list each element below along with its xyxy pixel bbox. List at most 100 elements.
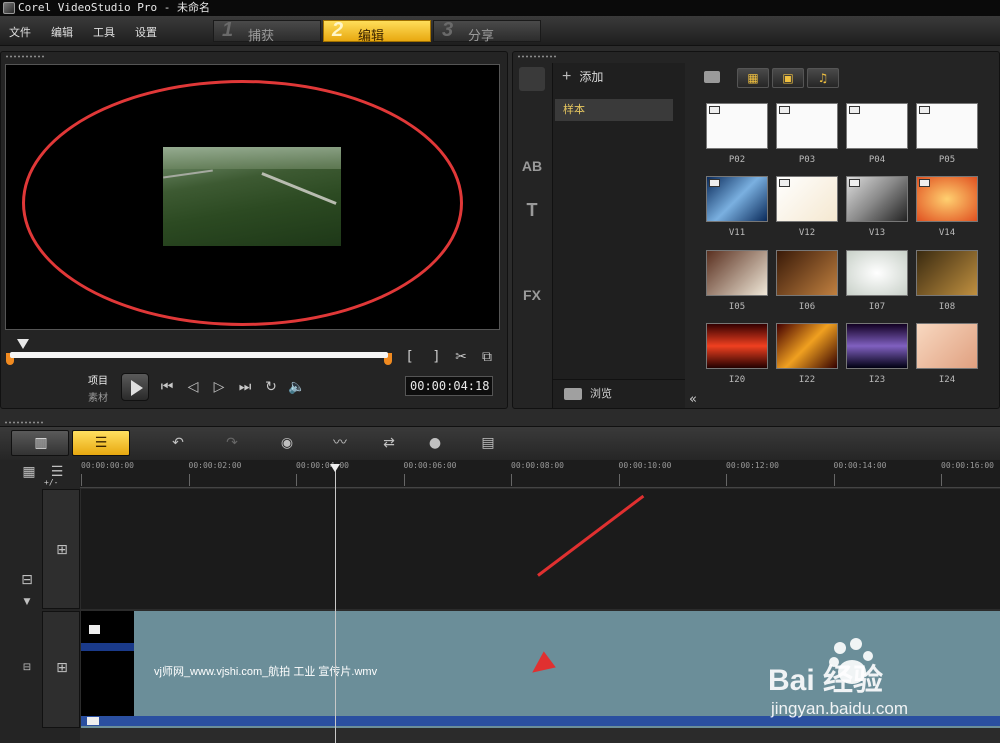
step-edit-tab[interactable]: 2 编辑 <box>323 19 431 43</box>
fx-icon[interactable]: FX <box>519 283 545 307</box>
library-thumbnail[interactable]: P03 <box>776 103 838 165</box>
motion-track-icon[interactable]: ● <box>424 433 446 453</box>
library-thumbnail[interactable]: I20 <box>706 323 768 385</box>
annotation-ellipse <box>22 80 463 326</box>
thumbnail-image <box>846 176 908 222</box>
thumbnail-label: I23 <box>868 375 886 385</box>
step-capture-tab[interactable]: 1 捕获 <box>213 19 321 43</box>
library-thumbnail[interactable]: I06 <box>776 250 838 312</box>
next-frame-icon[interactable]: ▷ <box>210 378 228 396</box>
browse-button[interactable]: 浏览 <box>552 379 685 408</box>
filter-audio-button[interactable]: ♫ <box>807 68 839 88</box>
ruler-tick <box>188 474 190 486</box>
timeline-icon: ☰ <box>94 435 108 451</box>
folder-item-sample[interactable]: 样本 <box>555 99 673 121</box>
audio-speaker-icon[interactable] <box>87 717 99 725</box>
library-thumbnail[interactable]: P04 <box>846 103 908 165</box>
volume-icon[interactable]: 🔈 <box>288 378 306 396</box>
library-thumbnail[interactable]: I08 <box>916 250 978 312</box>
ruler-tick <box>618 474 620 486</box>
clip-filename: vj师网_www.vjshi.com_航拍 工业 宣传片.wmv <box>154 666 378 678</box>
thumbnail-label: V14 <box>938 228 956 238</box>
text-icon[interactable]: T <box>519 198 545 222</box>
media-type-icon <box>849 106 860 114</box>
library-thumbnail[interactable]: P05 <box>916 103 978 165</box>
playhead-handle[interactable] <box>330 464 340 472</box>
thumbnail-label: I08 <box>938 302 956 312</box>
mode-project[interactable]: 项目 <box>88 372 108 387</box>
timecode-field[interactable]: 00:00:04:18 <box>405 376 493 396</box>
add-folder-button[interactable]: + 添加 <box>562 68 603 86</box>
cut-icon[interactable]: ✂ <box>452 348 470 366</box>
end-icon[interactable]: ⏭ <box>236 378 254 396</box>
thumbnail-label: I24 <box>938 375 956 385</box>
step-share-tab[interactable]: 3 分享 <box>433 19 541 43</box>
ruler-tick <box>511 474 512 486</box>
library-thumbnail[interactable]: V12 <box>776 176 838 238</box>
panel-grip[interactable] <box>517 55 557 58</box>
video-track-header: ⊞ <box>42 611 80 728</box>
undo-icon[interactable]: ↶ <box>167 433 189 453</box>
folder-open-icon[interactable] <box>704 71 720 83</box>
title-ab-icon[interactable]: AB <box>519 154 545 178</box>
thumbnail-label: I06 <box>798 302 816 312</box>
menu-tools[interactable]: 工具 <box>93 24 115 40</box>
scrubber-handle[interactable] <box>17 339 29 349</box>
lock-track-icon[interactable]: ⊟ <box>16 570 38 590</box>
panel-grip[interactable] <box>5 55 45 58</box>
library-thumbnail[interactable]: V13 <box>846 176 908 238</box>
video-track-lock-icon[interactable]: ⊟ <box>16 658 38 678</box>
menu-file[interactable]: 文件 <box>9 24 31 40</box>
mark-in-button[interactable]: [ <box>401 348 419 366</box>
thumbnail-label: P04 <box>868 155 886 165</box>
library-thumbnail[interactable]: I23 <box>846 323 908 385</box>
ruler-label: 00:00:12:00 <box>726 461 779 470</box>
repeat-icon[interactable]: ↻ <box>262 378 280 396</box>
media-type-icon <box>919 106 930 114</box>
thumbnail-image <box>706 250 768 296</box>
mark-out-button[interactable]: ] <box>427 348 445 366</box>
library-thumbnail[interactable]: I24 <box>916 323 978 385</box>
track-manager-icon[interactable]: ▦ <box>18 462 40 482</box>
home-icon[interactable]: ⏮ <box>158 378 176 396</box>
preview-scrubber[interactable] <box>10 352 388 358</box>
previous-frame-icon[interactable]: ◁ <box>184 378 202 396</box>
playhead-line[interactable] <box>335 466 336 743</box>
library-thumbnail[interactable]: I07 <box>846 250 908 312</box>
filter-video-button[interactable]: ▦ <box>737 68 769 88</box>
panel-grip[interactable] <box>4 421 44 424</box>
transition-icon[interactable] <box>519 110 545 134</box>
library-thumbnail[interactable]: P02 <box>706 103 768 165</box>
step-label: 编辑 <box>358 28 385 43</box>
add-label: 添加 <box>579 70 604 84</box>
auto-music-icon[interactable]: ⇄ <box>378 433 400 453</box>
subtitle-editor-icon[interactable]: ▤ <box>477 433 499 453</box>
library-thumbnail[interactable]: I22 <box>776 323 838 385</box>
menu-edit[interactable]: 编辑 <box>51 24 73 40</box>
media-type-icon <box>919 179 930 187</box>
media-icon[interactable] <box>519 67 545 91</box>
thumbnail-label: I07 <box>868 302 886 312</box>
expand-tracks-icon[interactable]: ▼ <box>16 592 38 612</box>
library-thumbnail[interactable]: V14 <box>916 176 978 238</box>
filter-photo-button[interactable]: ▣ <box>772 68 804 88</box>
graphic-icon[interactable] <box>519 240 545 264</box>
enlarge-icon[interactable]: ⧉ <box>478 348 496 366</box>
play-button[interactable] <box>121 373 149 401</box>
library-thumbnail[interactable]: I05 <box>706 250 768 312</box>
ruler-label: 00:00:02:00 <box>188 461 242 470</box>
library-thumbnail[interactable]: V11 <box>706 176 768 238</box>
thumbnail-image <box>776 103 838 149</box>
path-icon[interactable] <box>519 327 545 351</box>
collapse-library-icon[interactable]: « <box>689 392 697 407</box>
audio-mixer-icon[interactable]: 〰 <box>329 433 351 453</box>
menu-settings[interactable]: 设置 <box>135 24 157 40</box>
overlay-track[interactable] <box>81 489 1000 609</box>
media-type-icon <box>709 106 720 114</box>
ruler-tick <box>941 474 942 486</box>
thumbnail-image <box>776 176 838 222</box>
redo-icon[interactable]: ↷ <box>221 433 243 453</box>
record-capture-icon[interactable]: ◉ <box>276 433 298 453</box>
mode-clip[interactable]: 素材 <box>88 389 108 404</box>
track-toggle[interactable]: +/- <box>44 478 58 487</box>
